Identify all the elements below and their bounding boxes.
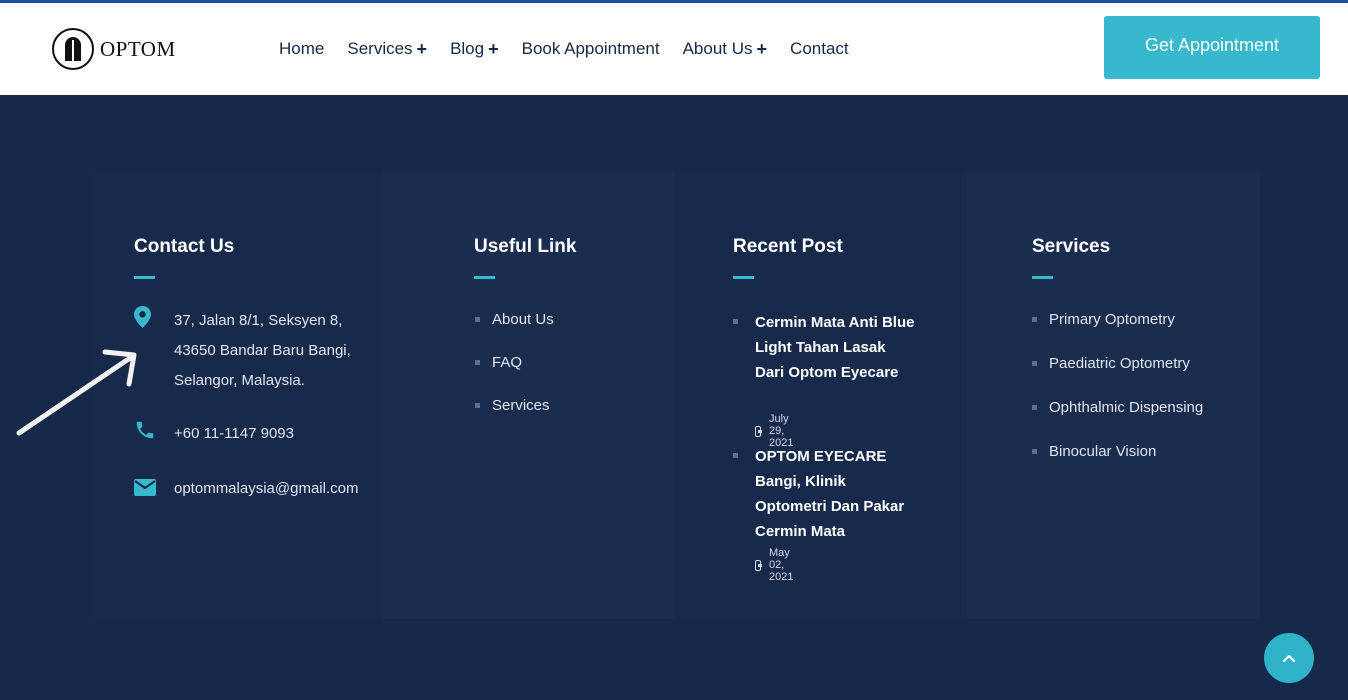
address-line: Selangor, Malaysia.: [174, 372, 305, 389]
service-link-label: Primary Optometry: [1049, 311, 1175, 328]
services-heading: Services: [1032, 236, 1111, 257]
footer-link-label: Services: [492, 397, 550, 414]
contact-us-heading: Contact Us: [134, 236, 235, 257]
plus-icon: +: [756, 39, 768, 59]
service-link-label: Binocular Vision: [1049, 443, 1157, 460]
site-header: OPTOM Home Services + Blog + Book Appoin…: [0, 0, 1348, 95]
footer-link-about-us[interactable]: About Us: [475, 311, 554, 328]
footer-panel-services: [967, 172, 1260, 619]
contact-email[interactable]: optommalaysia@gmail.com: [134, 474, 358, 504]
nav-about-us[interactable]: About Us +: [683, 39, 767, 59]
heading-underline: [474, 276, 495, 279]
arrow-icon: [16, 349, 137, 436]
address-line: 43650 Bandar Baru Bangi,: [174, 342, 351, 359]
envelope-icon: [134, 474, 174, 501]
nav-contact[interactable]: Contact: [790, 39, 849, 59]
footer-link-services[interactable]: Services: [475, 397, 550, 414]
service-link-binocular-vision[interactable]: Binocular Vision: [1032, 443, 1156, 460]
phone-text: +60 11-1147 9093: [174, 425, 294, 442]
address-line: 37, Jalan 8/1, Seksyen 8,: [174, 312, 343, 329]
chevron-up-icon: [1282, 654, 1296, 663]
heading-underline: [1032, 276, 1053, 279]
nav-contact-label: Contact: [790, 39, 849, 58]
plus-icon: +: [488, 39, 499, 59]
service-link-label: Ophthalmic Dispensing: [1049, 399, 1204, 416]
footer-link-faq[interactable]: FAQ: [475, 354, 522, 371]
recent-post-title[interactable]: OPTOM EYECARE Bangi, Klinik Optometri Da…: [755, 444, 915, 544]
get-appointment-button[interactable]: Get Appointment: [1104, 16, 1320, 79]
nav-services-label: Services: [347, 39, 413, 58]
bullet: [475, 403, 480, 408]
service-link-primary-optometry[interactable]: Primary Optometry: [1032, 311, 1175, 328]
service-link-paediatric-optometry[interactable]: Paediatric Optometry: [1032, 355, 1190, 372]
site-logo[interactable]: OPTOM: [52, 28, 176, 70]
nav-home[interactable]: Home: [279, 39, 324, 59]
nav-book-appointment-label: Book Appointment: [521, 39, 660, 58]
calendar-icon: [755, 425, 763, 437]
contact-address: 37, Jalan 8/1, Seksyen 8, 43650 Bandar B…: [134, 306, 351, 396]
heading-underline: [733, 276, 754, 279]
footer-link-label: About Us: [492, 311, 554, 328]
recent-post-title[interactable]: Cermin Mata Anti Blue Light Tahan Lasak …: [755, 310, 915, 385]
bullet: [1032, 317, 1037, 322]
nav-book-appointment[interactable]: Book Appointment: [522, 39, 660, 59]
recent-post-heading: Recent Post: [733, 236, 843, 257]
bullet: [1032, 361, 1037, 366]
bullet: [1032, 449, 1037, 454]
address-text: 37, Jalan 8/1, Seksyen 8, 43650 Bandar B…: [174, 306, 351, 396]
map-pin-icon: [134, 306, 174, 333]
main-nav: Home Services + Blog + Book Appointment …: [279, 39, 849, 59]
useful-link-heading: Useful Link: [474, 236, 577, 257]
recent-post-date: May 02, 2021: [755, 547, 798, 583]
logo-mark-icon: [52, 28, 94, 70]
recent-post-date-text: May 02, 2021: [768, 547, 794, 583]
calendar-icon: [755, 559, 762, 571]
nav-blog[interactable]: Blog +: [450, 39, 499, 59]
contact-phone[interactable]: +60 11-1147 9093: [134, 419, 294, 449]
footer-link-label: FAQ: [492, 354, 523, 371]
service-link-label: Paediatric Optometry: [1049, 355, 1190, 372]
service-link-ophthalmic-dispensing[interactable]: Ophthalmic Dispensing: [1032, 399, 1203, 416]
bullet: [733, 319, 738, 324]
logo-text: OPTOM: [100, 36, 176, 61]
heading-underline: [134, 276, 155, 279]
plus-icon: +: [416, 39, 428, 59]
email-text: optommalaysia@gmail.com: [174, 480, 359, 497]
scroll-to-top-button[interactable]: [1264, 633, 1314, 683]
bullet: [733, 453, 738, 458]
bullet: [475, 317, 480, 322]
nav-blog-label: Blog: [450, 39, 485, 58]
nav-home-label: Home: [279, 39, 325, 58]
nav-about-us-label: About Us: [682, 39, 753, 58]
bullet: [475, 360, 480, 365]
bullet: [1032, 405, 1037, 410]
nav-services[interactable]: Services +: [347, 39, 427, 59]
